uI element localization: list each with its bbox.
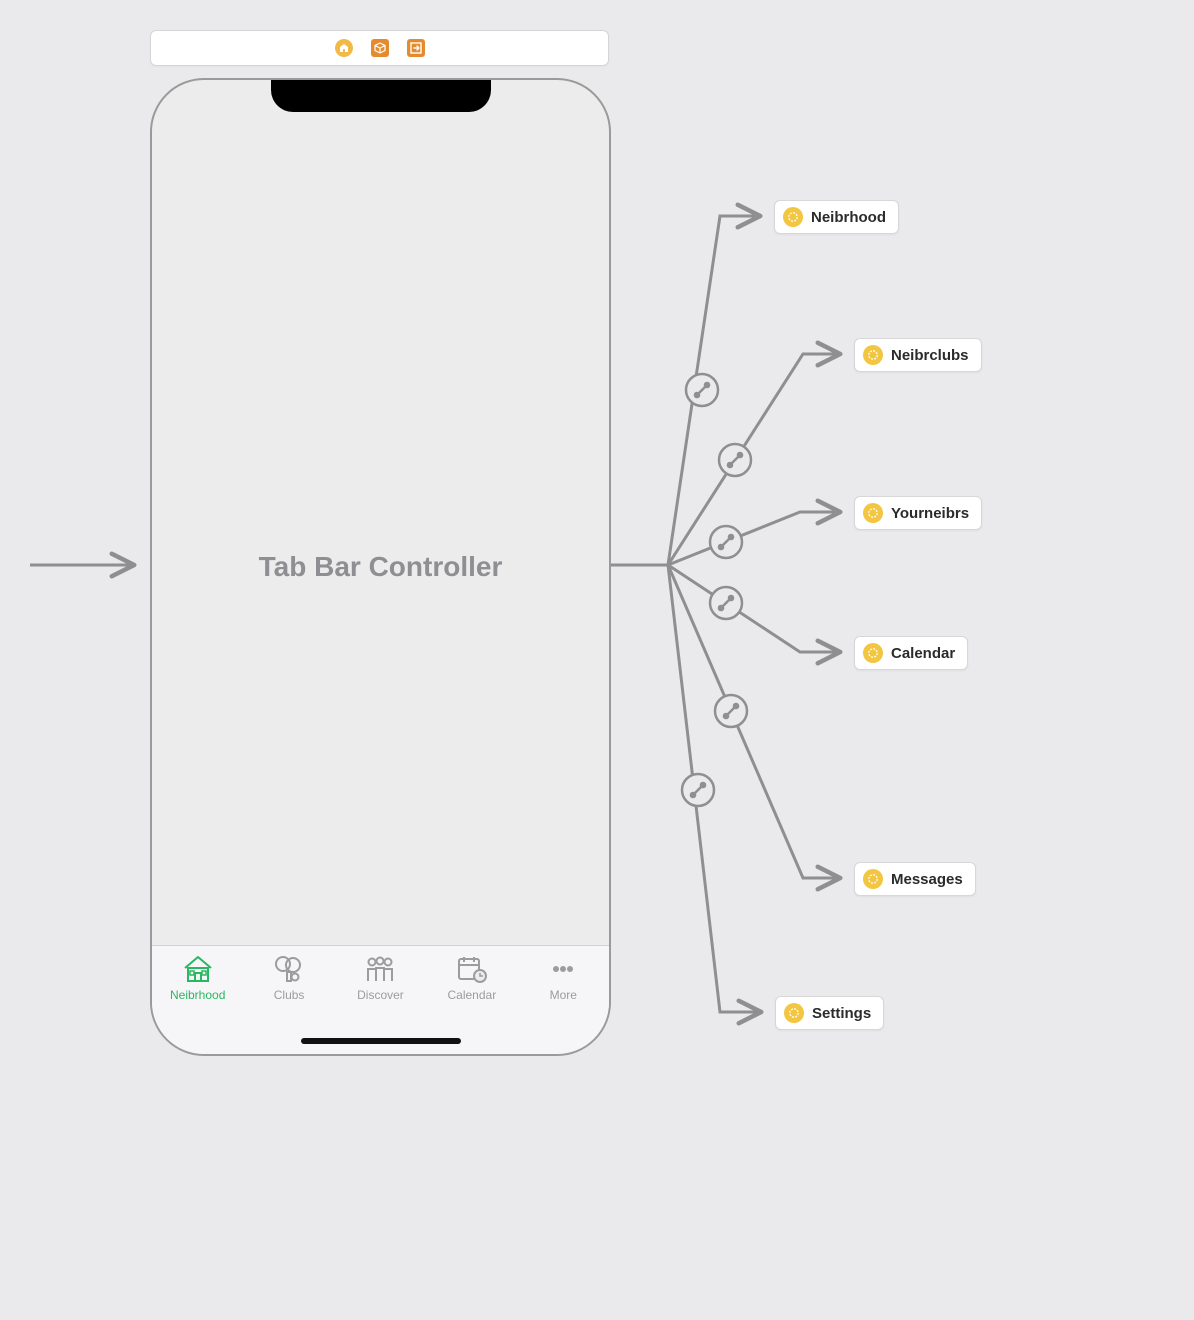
destination-messages[interactable]: Messages — [854, 862, 976, 896]
destination-label: Settings — [812, 1005, 871, 1022]
house-icon — [181, 954, 215, 984]
calendar-icon — [455, 954, 489, 984]
group-tree-icon — [272, 954, 306, 984]
destination-settings[interactable]: Settings — [775, 996, 884, 1030]
phone-frame[interactable]: Tab Bar Controller Neibrhood — [150, 78, 611, 1056]
destination-neibrclubs[interactable]: Neibrclubs — [854, 338, 982, 372]
exit-icon[interactable] — [407, 39, 425, 57]
destination-yourneibrs[interactable]: Yourneibrs — [854, 496, 982, 530]
destination-label: Neibrclubs — [891, 347, 969, 364]
tab-neibrhood[interactable]: Neibrhood — [155, 954, 240, 1002]
home-indicator — [301, 1038, 461, 1044]
tab-discover[interactable]: Discover — [338, 954, 423, 1002]
tab-label: Neibrhood — [170, 988, 225, 1002]
destination-label: Messages — [891, 871, 963, 888]
device-notch — [271, 78, 491, 112]
segue-to-messages — [668, 565, 838, 878]
tab-label: More — [550, 988, 577, 1002]
viewcontroller-icon — [784, 1003, 804, 1023]
viewcontroller-icon — [863, 503, 883, 523]
viewcontroller-icon — [863, 643, 883, 663]
segue-to-calendar — [668, 565, 838, 652]
segue-to-neibrclubs — [668, 354, 838, 565]
tab-label: Clubs — [274, 988, 305, 1002]
destination-label: Calendar — [891, 645, 955, 662]
destination-label: Neibrhood — [811, 209, 886, 226]
object-cube-icon[interactable] — [371, 39, 389, 57]
segue-to-settings — [668, 565, 759, 1012]
storyboard-circle-icon[interactable] — [335, 39, 353, 57]
viewcontroller-icon — [863, 345, 883, 365]
scene-title: Tab Bar Controller — [259, 551, 503, 583]
people-icon — [362, 954, 398, 984]
tab-label: Discover — [357, 988, 404, 1002]
destination-calendar[interactable]: Calendar — [854, 636, 968, 670]
viewcontroller-icon — [783, 207, 803, 227]
scene-toolbar[interactable] — [150, 30, 609, 66]
tab-clubs[interactable]: Clubs — [247, 954, 332, 1002]
destination-label: Yourneibrs — [891, 505, 969, 522]
destination-neibrhood[interactable]: Neibrhood — [774, 200, 899, 234]
segue-to-neibrhood — [668, 216, 758, 565]
viewcontroller-icon — [863, 869, 883, 889]
tab-label: Calendar — [448, 988, 497, 1002]
ellipsis-icon — [546, 954, 580, 984]
tab-more[interactable]: More — [521, 954, 606, 1002]
tab-calendar[interactable]: Calendar — [429, 954, 514, 1002]
segue-to-yourneibrs — [668, 512, 838, 565]
